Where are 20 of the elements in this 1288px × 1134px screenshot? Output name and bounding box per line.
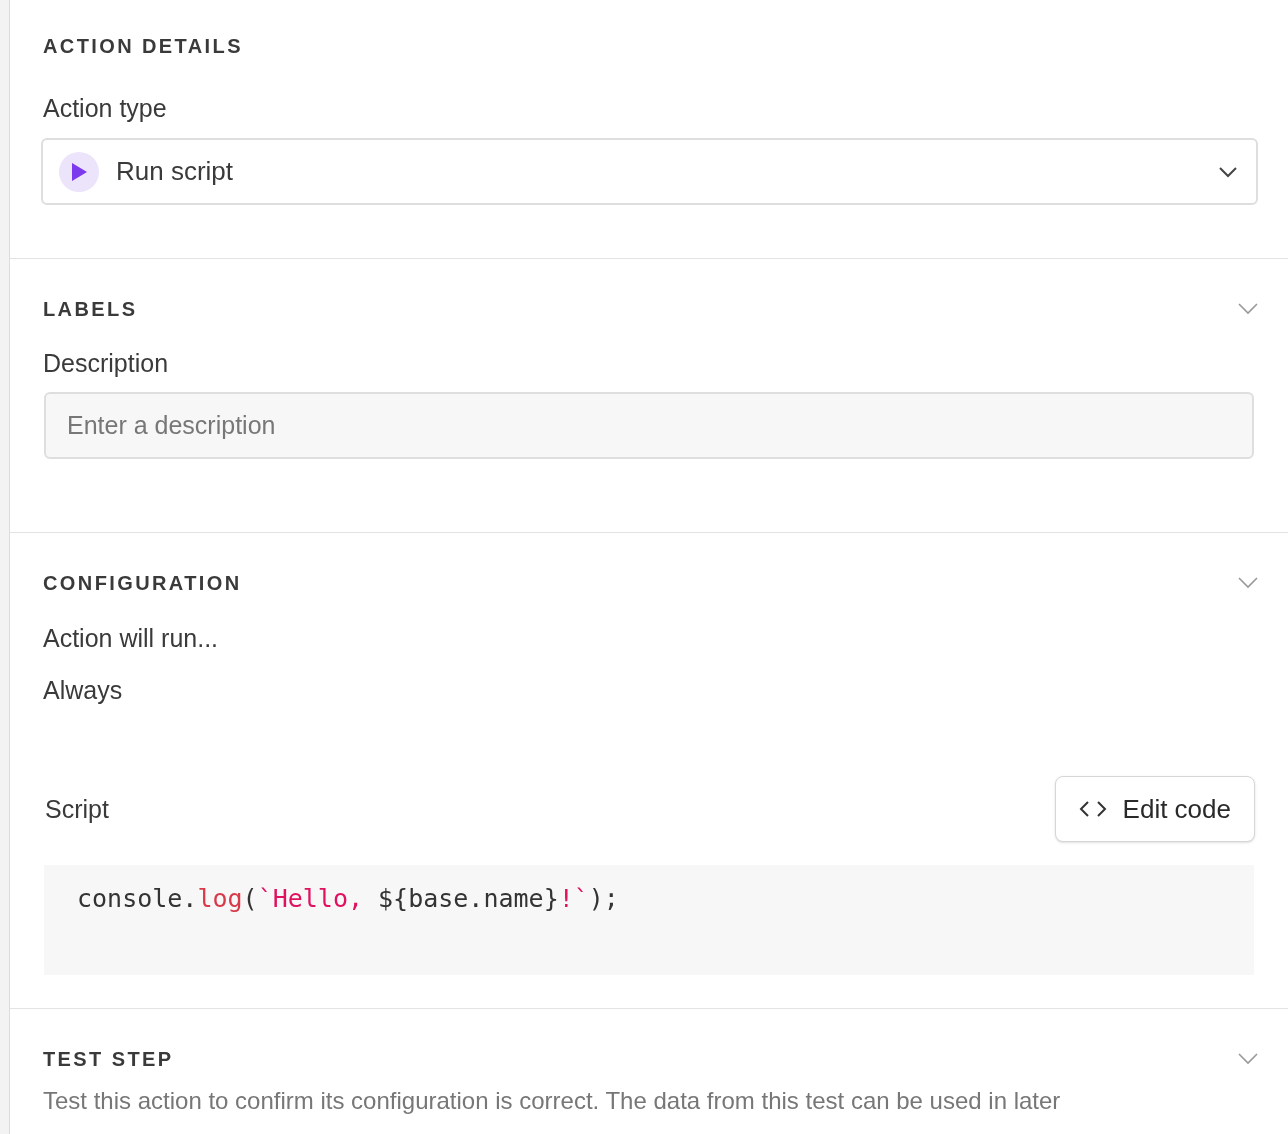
- play-icon: [59, 151, 99, 192]
- chevron-down-icon[interactable]: [1238, 577, 1258, 589]
- chevron-down-icon[interactable]: [1238, 1053, 1258, 1065]
- edit-code-button[interactable]: Edit code: [1054, 776, 1255, 842]
- field-label: Action type: [43, 93, 168, 124]
- description-field[interactable]: Enter a description: [44, 392, 1254, 459]
- field-label: Description: [43, 348, 170, 379]
- code-line: console.log(`Hello, ${base.name}!`);: [77, 883, 619, 915]
- action-type-select[interactable]: Run script: [41, 138, 1258, 205]
- section-title: CONFIGURATION: [43, 571, 242, 595]
- section-title: TEST STEP: [43, 1047, 174, 1071]
- chevron-down-icon: [1218, 165, 1238, 178]
- section-title: LABELS: [43, 297, 138, 321]
- chevron-down-icon[interactable]: [1238, 303, 1258, 315]
- field-value: Always: [43, 675, 124, 706]
- code-brackets-icon: [1078, 800, 1107, 818]
- section-title: ACTION DETAILS: [43, 34, 244, 58]
- field-label: Action will run...: [43, 623, 220, 654]
- description-text: Test this action to confirm its configuration is correct. The data from this test can be used in later: [43, 1086, 1062, 1116]
- field-label: Script: [45, 794, 109, 825]
